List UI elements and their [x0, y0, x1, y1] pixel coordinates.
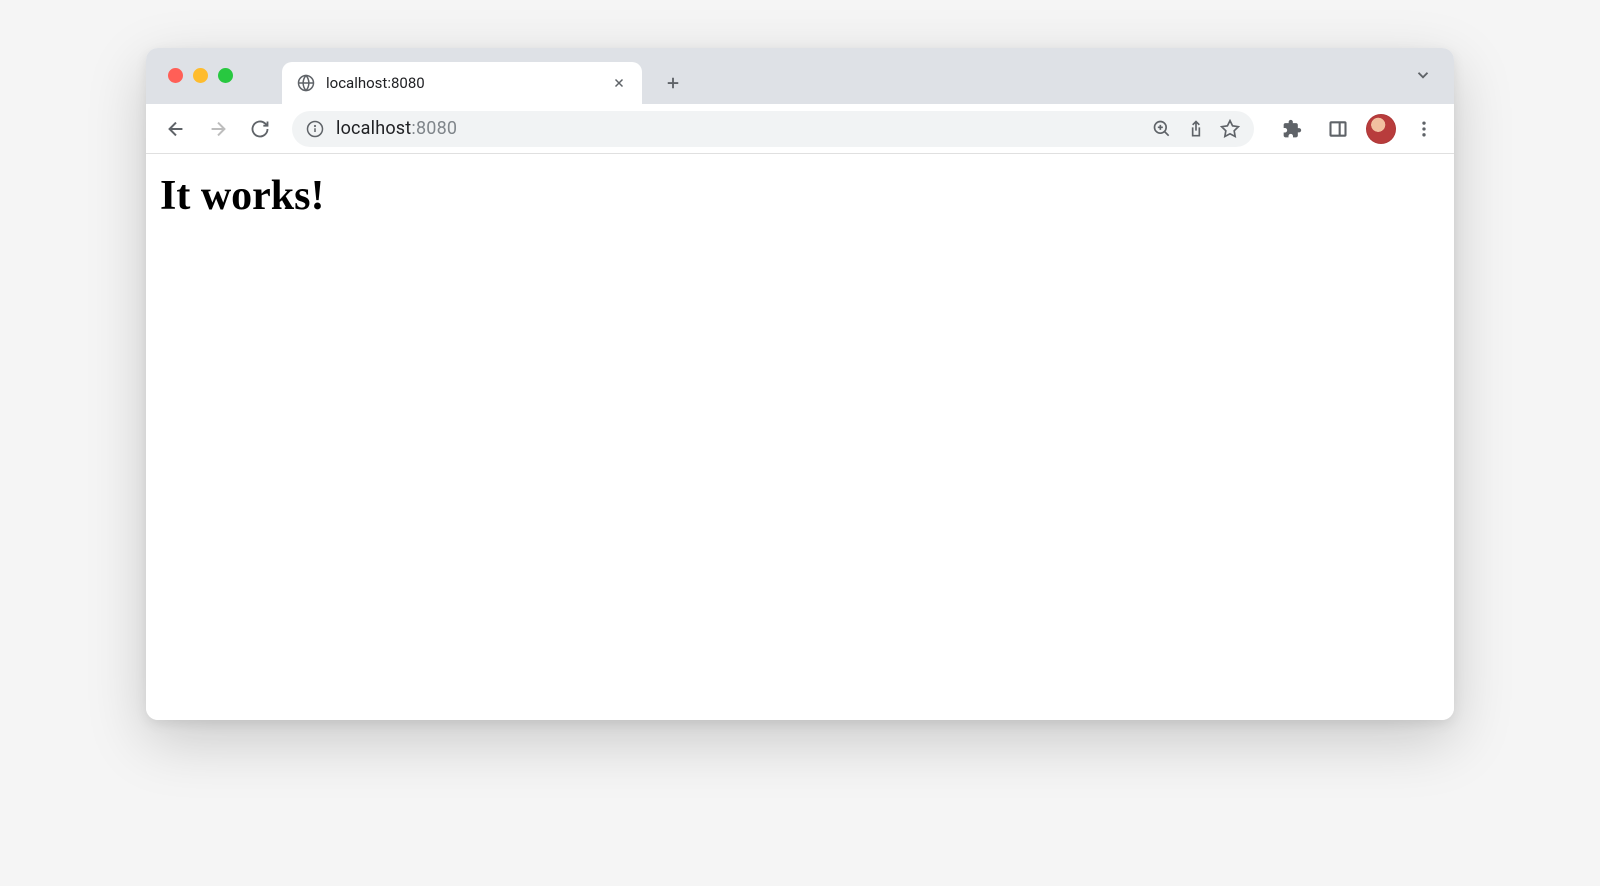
window-fullscreen-button[interactable]	[218, 68, 233, 83]
browser-tab[interactable]: localhost:8080	[282, 62, 642, 104]
close-tab-button[interactable]	[610, 74, 628, 92]
menu-button[interactable]	[1406, 111, 1442, 147]
toolbar: localhost:8080	[146, 104, 1454, 154]
site-info-icon[interactable]	[306, 120, 324, 138]
url-port: :8080	[411, 118, 457, 139]
toolbar-right	[1274, 111, 1442, 147]
share-icon[interactable]	[1186, 119, 1206, 139]
address-bar[interactable]: localhost:8080	[292, 111, 1254, 147]
side-panel-button[interactable]	[1320, 111, 1356, 147]
omnibox-actions	[1152, 119, 1240, 139]
extensions-button[interactable]	[1274, 111, 1310, 147]
window-close-button[interactable]	[168, 68, 183, 83]
forward-button[interactable]	[200, 111, 236, 147]
window-minimize-button[interactable]	[193, 68, 208, 83]
bookmark-icon[interactable]	[1220, 119, 1240, 139]
reload-button[interactable]	[242, 111, 278, 147]
page-heading: It works!	[160, 172, 1440, 220]
url-text: localhost:8080	[336, 118, 1140, 139]
profile-avatar[interactable]	[1366, 114, 1396, 144]
url-host: localhost	[336, 118, 411, 139]
browser-window: localhost:8080	[146, 48, 1454, 720]
tab-strip: localhost:8080	[146, 48, 1454, 104]
tab-search-button[interactable]	[1414, 66, 1432, 84]
back-button[interactable]	[158, 111, 194, 147]
zoom-icon[interactable]	[1152, 119, 1172, 139]
globe-icon	[296, 73, 316, 93]
window-controls	[168, 68, 233, 83]
new-tab-button[interactable]	[656, 66, 690, 100]
page-content: It works!	[146, 154, 1454, 720]
tab-title: localhost:8080	[326, 74, 610, 92]
